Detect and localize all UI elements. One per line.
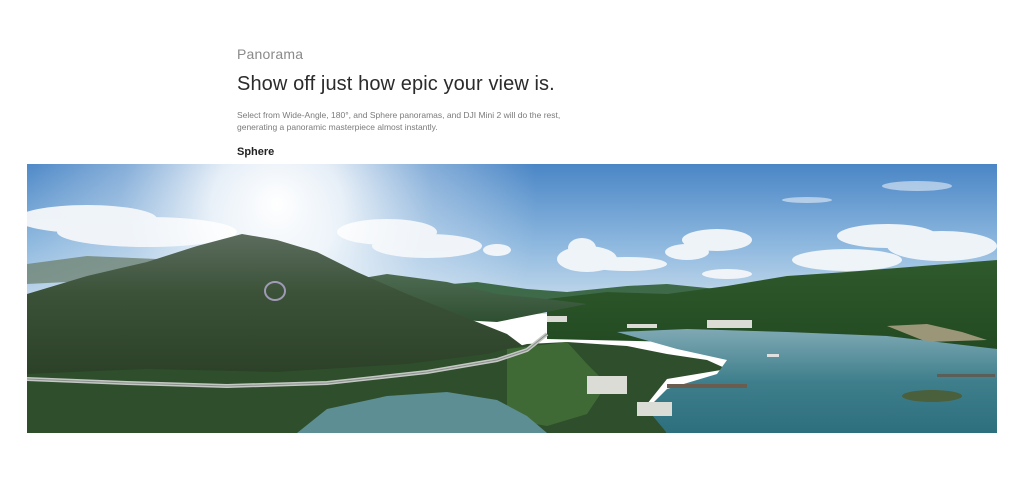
section-eyebrow: Panorama bbox=[237, 46, 304, 62]
sphere-panorama-image bbox=[27, 164, 997, 433]
panorama-mode-label: Sphere bbox=[237, 146, 275, 158]
section-headline: Show off just how epic your view is. bbox=[237, 73, 555, 95]
section-description: Select from Wide-Angle, 180°, and Sphere… bbox=[237, 110, 561, 132]
panorama-intro: Panorama Show off just how epic your vie… bbox=[237, 46, 797, 159]
